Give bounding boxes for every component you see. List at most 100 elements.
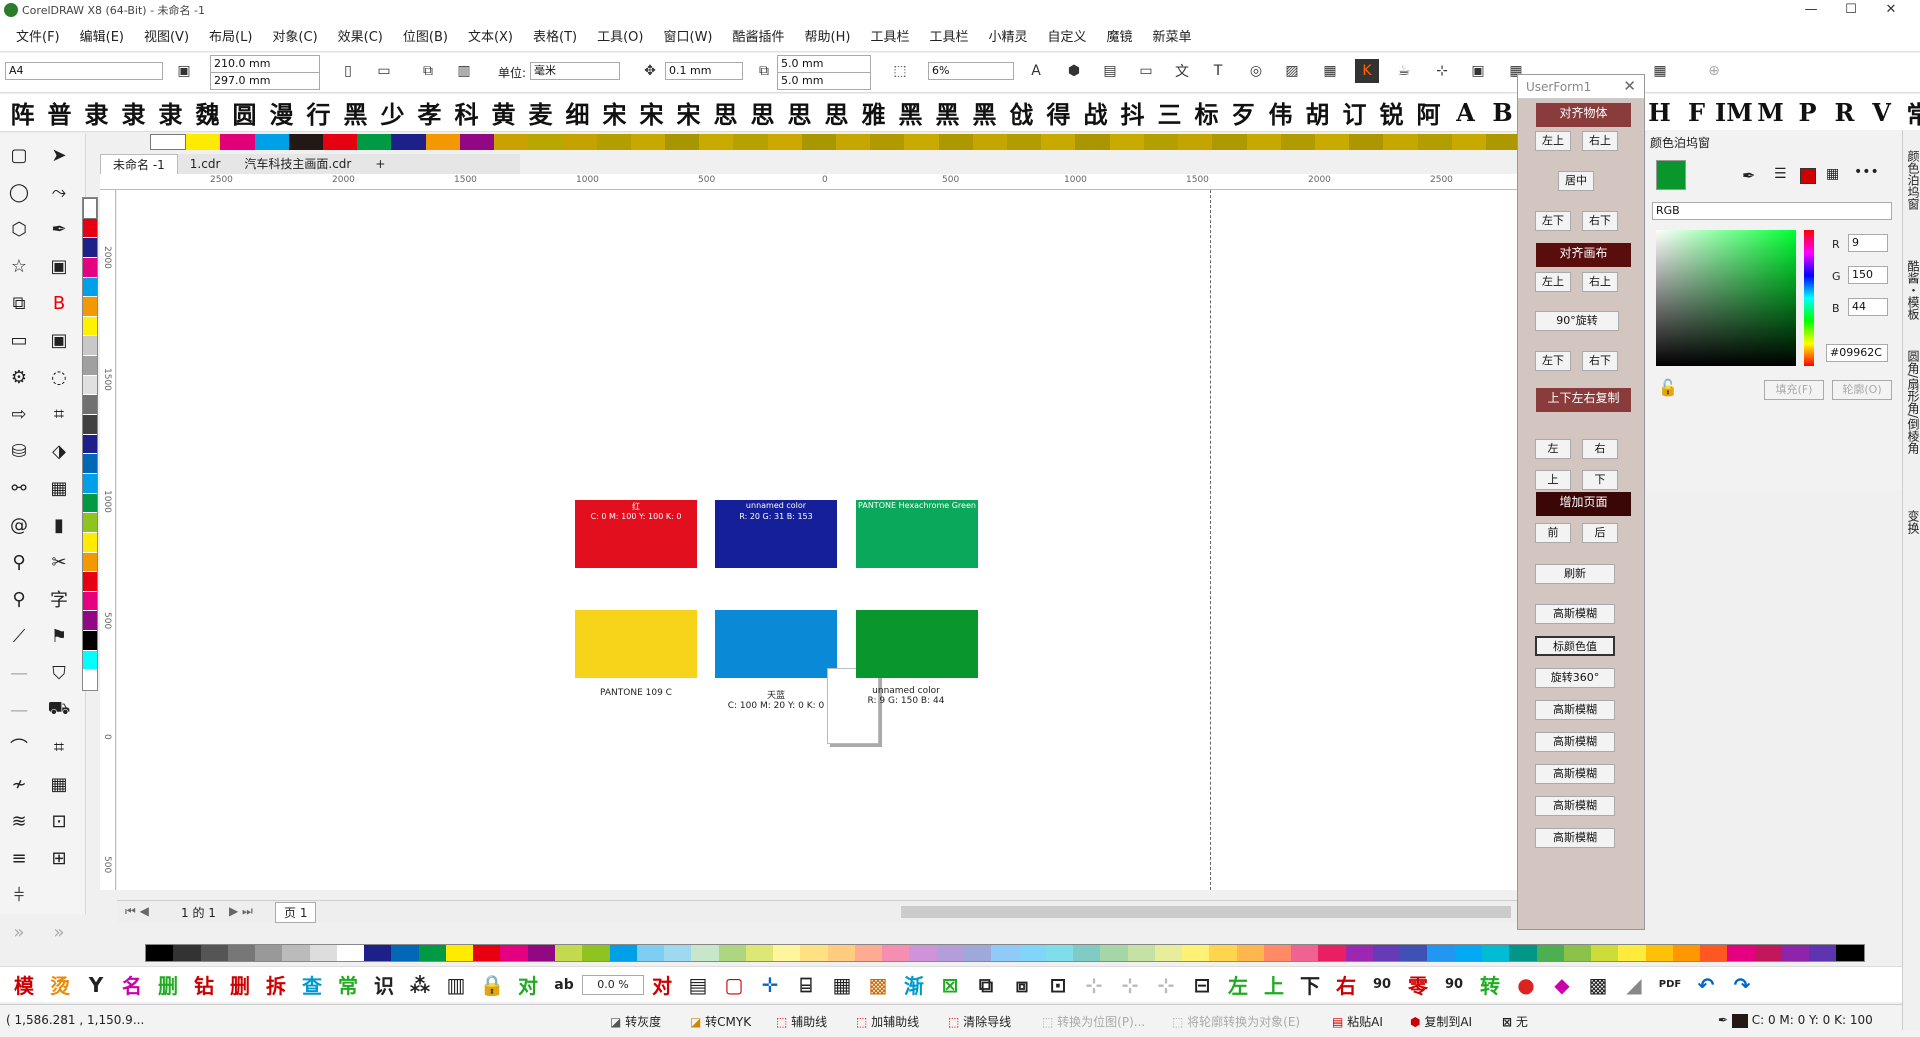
page-height-input[interactable]: 297.0 mm (210, 72, 320, 90)
refresh-button[interactable]: 刷新 (1535, 564, 1615, 584)
page-nav-next-icon[interactable]: ▶ ⏭ (229, 904, 253, 919)
more-icon[interactable]: ••• (1854, 164, 1879, 180)
status-to-bitmap[interactable]: ⬚ 转换为位图(P)... (1042, 1013, 1145, 1030)
font-button[interactable]: P (1789, 98, 1826, 127)
table-tool-icon[interactable]: ▦ (44, 769, 74, 799)
fill-button[interactable]: 填充(F) (1764, 380, 1824, 400)
font-button[interactable]: V (1863, 98, 1900, 127)
document-palette[interactable] (150, 134, 1521, 150)
gaussian-blur-button[interactable]: 高斯模糊 (1535, 700, 1615, 720)
lock-icon[interactable]: 🔒 (474, 973, 510, 997)
page-width-input[interactable]: 210.0 mm (210, 55, 320, 73)
font-button[interactable]: R (1826, 98, 1863, 127)
flowchart-icon[interactable]: ⛁ (4, 436, 34, 466)
font-button[interactable]: 伟 (1262, 95, 1299, 130)
menu-table[interactable]: 表格(T) (523, 26, 587, 45)
page-frame-icon[interactable]: ⬚ (888, 59, 912, 83)
font-button[interactable]: 行 (300, 95, 337, 130)
interactive-fill-icon[interactable]: ⚑ (44, 621, 74, 651)
color-swatch-yellow[interactable] (575, 610, 697, 678)
palette-icon[interactable]: ▦ (1826, 166, 1839, 182)
color-model-select[interactable]: RGB (1652, 202, 1892, 220)
delete-red-icon[interactable]: 删 (222, 970, 258, 999)
gear-icon[interactable]: ⚙ (4, 362, 34, 392)
crop-tool-icon[interactable]: ⌗ (44, 732, 74, 762)
line-icon-2[interactable]: — (4, 695, 34, 725)
drill-icon[interactable]: 钻 (186, 970, 222, 999)
font-button[interactable]: 雅 (855, 95, 892, 130)
font-button[interactable]: 圆 (226, 95, 263, 130)
barcode-icon[interactable]: ▥ (438, 973, 474, 997)
align-top-right-button[interactable]: 右上 (1582, 131, 1618, 151)
new-tab-button[interactable]: + (363, 154, 397, 174)
canvas-top-left-button[interactable]: 左上 (1535, 272, 1571, 292)
smart-fill-icon[interactable]: ⛉ (44, 658, 74, 688)
template-icon[interactable]: 模 (6, 970, 42, 999)
menu-layout[interactable]: 布局(L) (199, 26, 262, 45)
text-frame-icon[interactable]: 文 (1170, 59, 1194, 83)
callout-tool-icon[interactable]: ▭ (4, 325, 34, 355)
font-button[interactable]: 黑 (892, 95, 929, 130)
close-icon[interactable]: ✕ (1623, 77, 1636, 95)
font-button[interactable]: 阵 (4, 95, 41, 130)
status-copy-to-ai[interactable]: ⬢ 复制到AI (1410, 1013, 1472, 1030)
font-button[interactable]: 麦 (522, 95, 559, 130)
font-button[interactable]: 思 (744, 95, 781, 130)
gaussian-blur-button[interactable]: 高斯模糊 (1535, 732, 1615, 752)
align-bottom-icon[interactable]: 下 (1292, 970, 1328, 999)
undo-icon[interactable]: ↶ (1688, 973, 1724, 997)
crosshair-icon[interactable]: ✛ (752, 973, 788, 997)
arrow-shape-icon[interactable]: ⇨ (4, 399, 34, 429)
black-pattern-icon[interactable]: ▩ (1580, 973, 1616, 997)
font-button[interactable]: 魏 (189, 95, 226, 130)
hex-input[interactable]: #09962C (1826, 344, 1888, 362)
font-button[interactable]: H (1641, 98, 1678, 127)
text-style-icon[interactable]: A (1024, 59, 1048, 83)
checker-icon[interactable]: ▦ (44, 473, 74, 503)
percent-input[interactable]: 0.0 % (582, 974, 644, 995)
gem-icon[interactable]: ◆ (1544, 973, 1580, 997)
name-icon[interactable]: 名 (114, 970, 150, 999)
menu-bitmaps[interactable]: 位图(B) (393, 26, 458, 45)
eraser-tool-icon[interactable]: ▮ (44, 510, 74, 540)
vertical-ruler[interactable]: 2000 1500 1000 500 0 500 (100, 190, 116, 890)
zoom-select[interactable]: 6% (928, 62, 1014, 80)
guide-1-icon[interactable]: ⊹ (1076, 973, 1112, 997)
frame-tool-icon[interactable]: ▣ (44, 325, 74, 355)
landscape-icon[interactable]: ▭ (372, 59, 396, 83)
horizontal-scrollbar[interactable] (901, 906, 1511, 918)
table-icon[interactable]: ▦ (1648, 59, 1672, 83)
expand-toolbox-icon-2[interactable]: » (44, 917, 74, 947)
page-size-select[interactable]: A4 (5, 62, 163, 80)
find-icon[interactable]: 查 (294, 970, 330, 999)
guideline[interactable] (1210, 190, 1211, 890)
rotate-90-ccw-icon[interactable]: 90 (1436, 977, 1472, 992)
tab-1-cdr[interactable]: 1.cdr (178, 154, 233, 174)
color-swatch-red[interactable]: 红 C: 0 M: 100 Y: 100 K: 0 (575, 500, 697, 568)
extrude-tool-icon[interactable]: ⬗ (44, 436, 74, 466)
qr-code-icon[interactable]: ▦ (1318, 59, 1342, 83)
y-icon[interactable]: Y (78, 973, 114, 997)
font-button[interactable]: 隶 (152, 95, 189, 130)
shape-tool-icon[interactable]: ⤳ (44, 177, 74, 207)
font-button[interactable]: 思 (781, 95, 818, 130)
align-red-icon[interactable]: 对 (644, 970, 680, 999)
color-model-icon[interactable] (1800, 168, 1816, 184)
font-button[interactable]: 宋 (596, 95, 633, 130)
copy-down-button[interactable]: 下 (1582, 470, 1618, 490)
dimension-tool-icon[interactable]: ≡ (4, 843, 34, 873)
bottom-color-palette[interactable] (145, 944, 1865, 962)
menu-window[interactable]: 窗口(W) (654, 26, 723, 45)
eyedropper-icon[interactable]: ✒ (1742, 166, 1755, 185)
font-button[interactable]: 得 (1040, 95, 1077, 130)
portrait-icon[interactable]: ▯ (336, 59, 360, 83)
font-button[interactable]: 黄 (485, 95, 522, 130)
copy-frame-icon[interactable]: ⊡ (1040, 973, 1076, 997)
picture-icon[interactable]: ▨ (1280, 59, 1304, 83)
pick-tool-icon[interactable]: ➤ (44, 140, 74, 170)
bezier-tool-icon[interactable]: ⌒ (4, 732, 34, 762)
font-button[interactable]: 思 (707, 95, 744, 130)
delete-icon[interactable]: 删 (150, 970, 186, 999)
pdf-icon[interactable]: ▤ (1098, 59, 1122, 83)
status-guides[interactable]: ⬚ 辅助线 (776, 1013, 827, 1030)
